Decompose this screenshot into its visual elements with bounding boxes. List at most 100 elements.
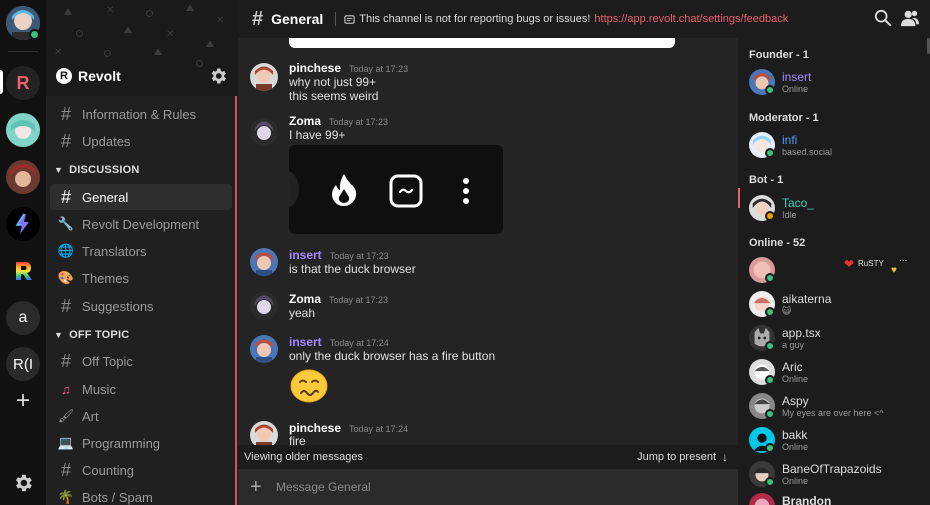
member-rusty[interactable]: ❤ RuSTY ♥ ... — [749, 253, 925, 285]
channel-off-topic[interactable]: # Off Topic — [50, 348, 232, 374]
add-server-button[interactable]: + — [6, 384, 40, 418]
palette-icon: 🎨 — [57, 270, 75, 285]
message-text: I have 99+ — [289, 128, 346, 142]
channel-header: # General This channel is not for report… — [238, 0, 930, 38]
category-discussion[interactable]: ▼ DISCUSSION — [54, 164, 140, 176]
avatar[interactable] — [250, 63, 278, 91]
message-text: is that the duck browser — [289, 262, 416, 276]
server-portrait[interactable] — [6, 160, 40, 194]
channel-updates[interactable]: # Updates — [50, 128, 232, 154]
status-online-dot — [765, 273, 775, 283]
avatar — [749, 493, 775, 505]
member-name: BaneOfTrapazoids — [782, 462, 882, 476]
server-ri[interactable]: R(I — [6, 347, 40, 381]
banner-shape — [186, 4, 194, 11]
upload-plus-icon[interactable]: + — [250, 476, 264, 499]
message-author[interactable]: insert — [289, 335, 322, 349]
member-status: Idle — [782, 210, 797, 220]
channel-art[interactable]: 🖌 Art — [50, 403, 232, 429]
channel-suggestions[interactable]: # Suggestions — [50, 293, 232, 319]
member-infi[interactable]: infi based.social — [749, 132, 925, 160]
server-banner[interactable]: ✕ ✕ ✕ ✕ R Revolt — [46, 0, 238, 96]
channel-programming[interactable]: 💻 Programming — [50, 430, 232, 456]
member-name: Brandon — [782, 494, 832, 505]
message-author[interactable]: Zoma — [289, 114, 321, 128]
channel-information-rules[interactable]: # Information & Rules — [50, 101, 232, 127]
image-attachment[interactable] — [289, 145, 503, 234]
avatar-image — [250, 335, 278, 363]
channel-label: Bots / Spam — [82, 489, 153, 505]
message-author[interactable]: insert — [289, 248, 322, 262]
message-author[interactable]: pinchese — [289, 421, 341, 435]
avatar-image — [250, 292, 278, 320]
member-brandon[interactable]: Brandon — [749, 493, 925, 505]
status-online-dot — [765, 409, 775, 419]
message-timestamp: Today at 17:23 — [349, 64, 409, 74]
banner-shape — [146, 10, 153, 17]
member-taco[interactable]: Taco_ Idle — [749, 195, 925, 223]
hash-icon: # — [60, 104, 71, 124]
status-online-dot — [765, 375, 775, 385]
topic-feedback-link[interactable]: https://app.revolt.chat/settings/feedbac… — [594, 13, 788, 25]
avatar[interactable] — [250, 248, 278, 276]
message-author[interactable]: pinchese — [289, 61, 341, 75]
member-insert[interactable]: insert Online — [749, 69, 925, 97]
avatar[interactable] — [250, 118, 278, 146]
member-aspy[interactable]: Aspy My eyes are over here <^ — [749, 393, 925, 421]
server-lightning[interactable] — [6, 207, 40, 241]
server-revolt[interactable]: R — [6, 66, 40, 100]
message-author[interactable]: Zoma — [289, 292, 321, 306]
message-text: why not just 99+ — [289, 75, 377, 89]
channel-counting[interactable]: # Counting — [50, 457, 232, 483]
channel-translators[interactable]: 🌐 Translators — [50, 238, 232, 264]
avatar[interactable] — [250, 421, 278, 445]
server-anime[interactable] — [6, 113, 40, 147]
jump-to-present-button[interactable]: Jump to present ↓ — [637, 450, 728, 464]
message-input[interactable] — [276, 480, 716, 494]
channel-label: Information & Rules — [82, 106, 197, 122]
server-a[interactable]: a — [6, 301, 40, 335]
older-messages-bar: Viewing older messages Jump to present ↓ — [238, 445, 738, 469]
member-bakk[interactable]: bakk Online — [749, 427, 925, 455]
channel-music[interactable]: ♫ Music — [50, 376, 232, 402]
category-off-topic[interactable]: ▼ OFF TOPIC — [54, 329, 129, 341]
fire-icon — [332, 174, 357, 206]
status-online-dot — [765, 148, 775, 158]
member-status: My eyes are over here <^ — [782, 408, 884, 418]
hash-icon: # — [60, 351, 71, 371]
banner-shape: ✕ — [54, 47, 63, 58]
channel-bots-spam[interactable]: 🌴 Bots / Spam — [50, 484, 232, 505]
member-name: app.tsx — [782, 326, 821, 340]
member-status: 😺 — [782, 306, 792, 316]
search-icon[interactable] — [874, 9, 892, 27]
channel-general[interactable]: # General — [50, 184, 232, 210]
chevron-down-icon: ▼ — [54, 165, 64, 175]
channel-revolt-development[interactable]: 🔧 Revolt Development — [50, 211, 232, 237]
avatar[interactable] — [250, 335, 278, 363]
banner-shape: ✕ — [166, 29, 175, 40]
server-settings-gear-icon[interactable] — [208, 66, 228, 86]
status-online-dot — [765, 85, 775, 95]
channel-themes[interactable]: 🎨 Themes — [50, 265, 232, 291]
channel-label: Suggestions — [82, 298, 154, 314]
message-list[interactable]: pinchese Today at 17:23 why not just 99+… — [238, 38, 738, 445]
message-text: only the duck browser has a fire button — [289, 349, 496, 363]
message-timestamp: Today at 17:24 — [349, 424, 409, 434]
server-anime-icon — [6, 113, 40, 147]
header-divider — [335, 12, 337, 26]
plus-icon: + — [15, 387, 30, 414]
member-app-tsx[interactable]: app.tsx a guy — [749, 325, 925, 353]
server-rainbow-r[interactable] — [6, 254, 40, 288]
message-timestamp: Today at 17:23 — [329, 251, 389, 261]
server-name[interactable]: R Revolt — [56, 68, 121, 84]
message-text: this seems weird — [289, 89, 379, 103]
avatar[interactable] — [250, 292, 278, 320]
member-name: Aric — [782, 360, 803, 374]
member-aric[interactable]: Aric Online — [749, 359, 925, 387]
member-aikaterna[interactable]: aikaterna 😺 — [749, 291, 925, 319]
member-name-decoration: RuSTY — [858, 259, 884, 268]
members-icon[interactable] — [900, 9, 920, 27]
banner-shape: ✕ — [106, 5, 115, 16]
member-baneoftrapazoids[interactable]: BaneOfTrapazoids Online — [749, 461, 925, 489]
settings-button[interactable] — [6, 466, 40, 500]
